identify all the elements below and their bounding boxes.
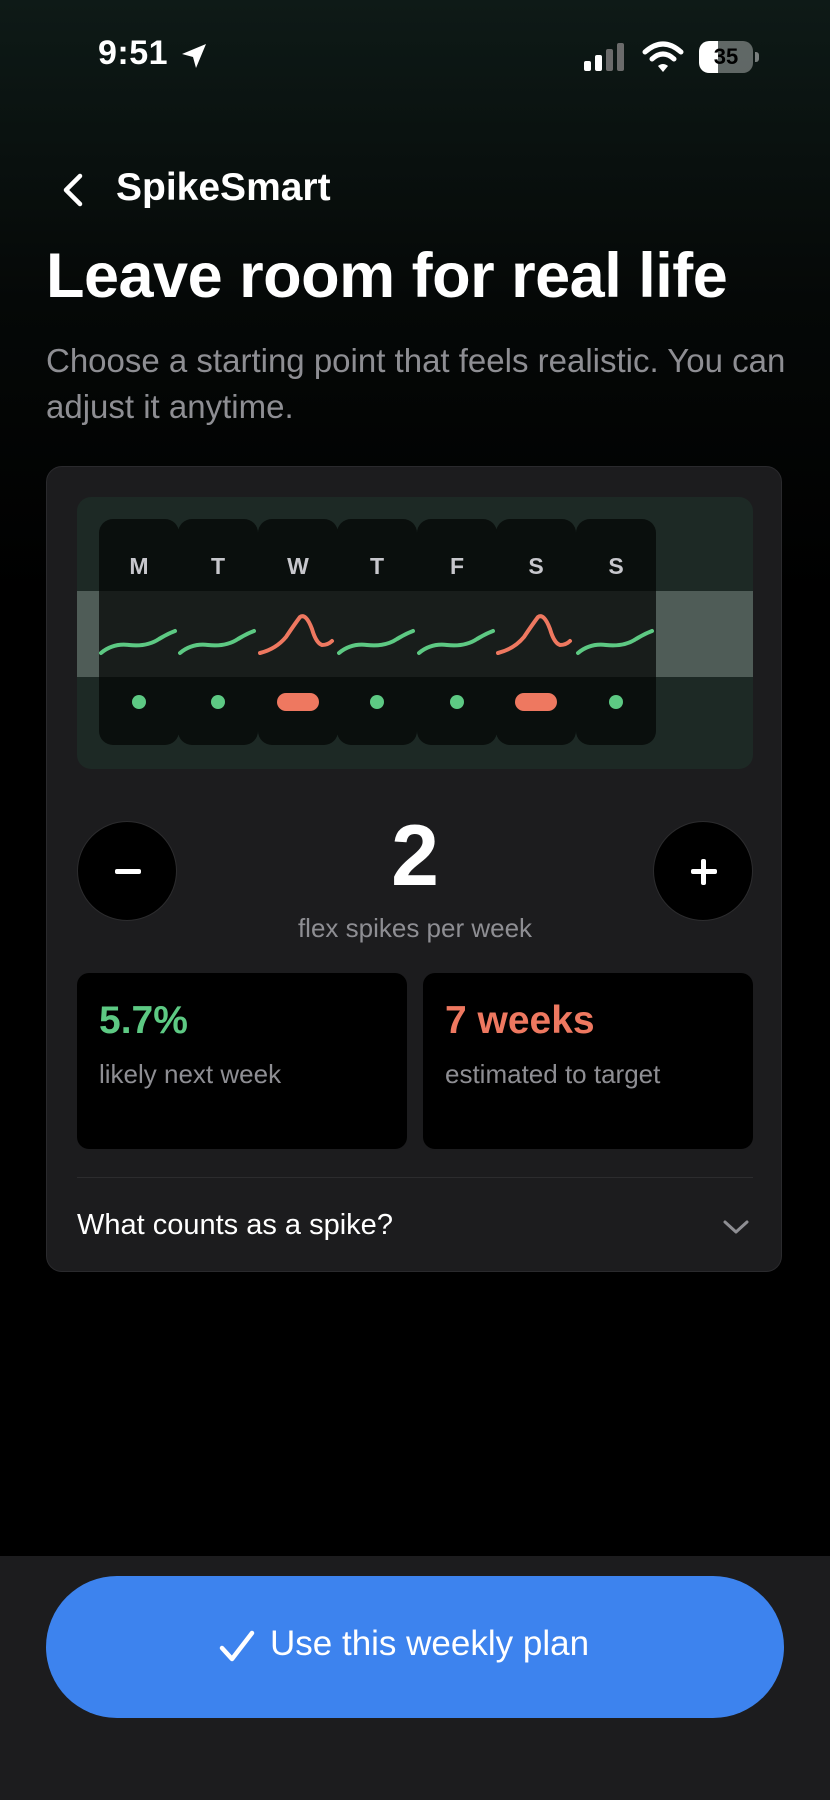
plan-card: M T W T F S S 2 flex spikes per week 5.7% like… <box>46 466 782 1272</box>
day-column: T <box>178 519 258 745</box>
day-column: S <box>576 519 656 745</box>
use-weekly-plan-button[interactable]: Use this weekly plan <box>46 1576 784 1718</box>
steady-marker <box>450 695 464 709</box>
estimate-label: estimated to target <box>445 1059 661 1089</box>
battery-body: 35 <box>699 41 753 73</box>
day-column: S <box>496 519 576 745</box>
day-column: T <box>337 519 417 745</box>
spike-marker <box>277 693 319 711</box>
page-title: Leave room for real life <box>46 241 728 311</box>
steady-curve <box>178 629 256 655</box>
day-letter: T <box>369 553 385 579</box>
steady-curve <box>576 629 654 655</box>
day-letter: M <box>129 553 149 579</box>
location-arrow-icon <box>182 44 206 68</box>
plus-icon <box>701 859 706 885</box>
spike-faq-toggle[interactable]: What counts as a spike? <box>77 1179 753 1273</box>
steady-marker <box>609 695 623 709</box>
bottom-bar: Use this weekly plan <box>0 1556 830 1800</box>
spike-marker <box>515 693 557 711</box>
cellular-signal-icon <box>584 43 624 71</box>
battery-icon: 35 <box>699 41 759 73</box>
day-column: W <box>258 519 338 745</box>
week-preview: MTWTFSS <box>77 497 753 769</box>
steady-curve <box>417 629 495 655</box>
spike-curve <box>496 614 572 655</box>
spike-count: 2 <box>391 808 439 904</box>
day-letter: S <box>528 553 544 579</box>
battery-nub <box>755 52 759 62</box>
nav-title: SpikeSmart <box>116 166 331 209</box>
steady-marker <box>370 695 384 709</box>
steady-curve <box>337 629 415 655</box>
minus-icon <box>115 869 141 874</box>
day-letter: S <box>608 553 624 579</box>
steady-marker <box>132 695 146 709</box>
estimate-stat: 7 weeks estimated to target <box>423 973 753 1149</box>
likelihood-label: likely next week <box>99 1059 282 1089</box>
day-letter: W <box>287 553 309 579</box>
checkmark-icon <box>219 1630 255 1662</box>
divider <box>77 1177 753 1178</box>
steady-marker <box>211 695 225 709</box>
spike-curve <box>258 614 334 655</box>
status-time: 9:51 <box>98 34 169 72</box>
steady-curve <box>99 629 177 655</box>
chevron-left-icon[interactable] <box>54 170 94 210</box>
day-letter: T <box>210 553 226 579</box>
status-bar: 9:51 35 <box>0 0 830 110</box>
battery-level: 35 <box>713 44 739 69</box>
faq-label: What counts as a spike? <box>77 1209 393 1241</box>
wifi-icon <box>642 41 684 72</box>
estimate-value: 7 weeks <box>445 999 595 1042</box>
day-column: M <box>99 519 179 745</box>
increase-button[interactable] <box>653 821 753 921</box>
day-letter: F <box>449 553 465 579</box>
cta-label: Use this weekly plan <box>270 1624 590 1663</box>
likelihood-stat: 5.7% likely next week <box>77 973 407 1149</box>
chevron-down-icon <box>723 1220 749 1234</box>
spike-count-label: flex spikes per week <box>297 913 533 943</box>
likelihood-value: 5.7% <box>99 999 188 1042</box>
day-column: F <box>417 519 497 745</box>
decrease-button[interactable] <box>77 821 177 921</box>
page-subtitle: Choose a starting point that feels reali… <box>46 342 786 425</box>
